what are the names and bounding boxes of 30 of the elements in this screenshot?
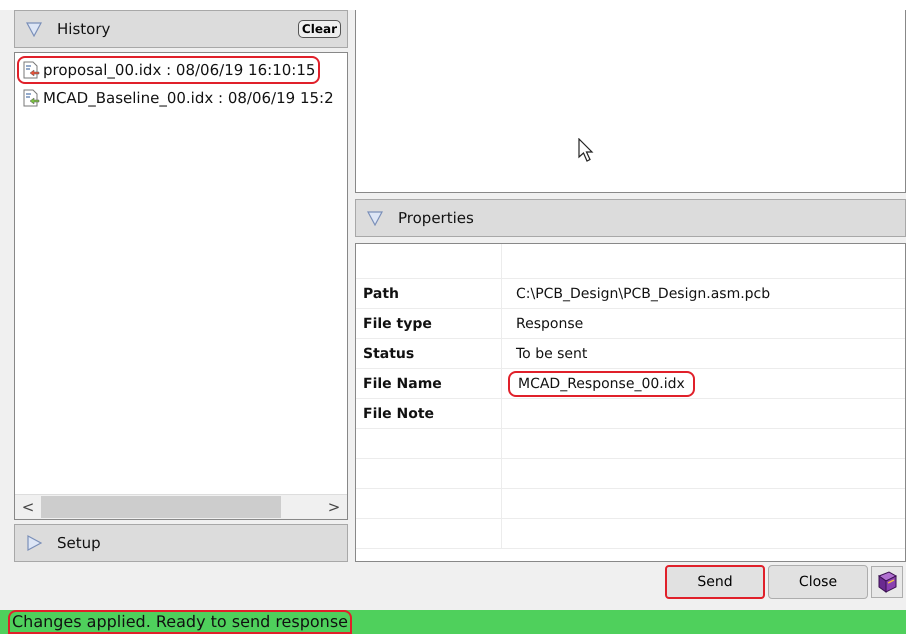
collapse-triangle-icon[interactable] <box>25 21 43 37</box>
history-item[interactable]: MCAD_Baseline_00.idx : 08/06/19 15:2 <box>17 84 339 112</box>
setup-title: Setup <box>57 534 102 552</box>
property-label: Status <box>363 346 414 362</box>
document-icon <box>22 89 40 107</box>
clear-button[interactable]: Clear <box>298 20 341 38</box>
collapse-triangle-icon[interactable] <box>366 210 384 226</box>
send-button[interactable]: Send <box>665 565 765 599</box>
property-value: MCAD_Response_00.idx <box>508 370 695 396</box>
setup-header[interactable]: Setup <box>14 524 348 562</box>
property-label: Path <box>363 286 399 302</box>
document-icon <box>22 61 40 79</box>
scrollbar-thumb[interactable] <box>41 496 281 518</box>
property-label: File Note <box>363 406 434 422</box>
close-button[interactable]: Close <box>768 565 868 599</box>
mouse-cursor-icon <box>578 138 596 164</box>
history-header[interactable]: History Clear <box>14 10 348 48</box>
expand-triangle-icon[interactable] <box>25 535 43 551</box>
scroll-left-arrow[interactable]: < <box>15 498 41 516</box>
property-label: File Name <box>363 376 442 392</box>
property-label: File type <box>363 316 432 332</box>
property-value: C:\PCB_Design\PCB_Design.asm.pcb <box>515 284 772 304</box>
status-message: Changes applied. Ready to send response <box>8 610 352 634</box>
scroll-right-arrow[interactable]: > <box>321 498 347 516</box>
properties-header[interactable]: Properties <box>355 199 906 237</box>
history-item[interactable]: proposal_00.idx : 08/06/19 16:10:15 <box>17 56 320 84</box>
property-value: Response <box>515 314 584 334</box>
properties-title: Properties <box>398 209 475 227</box>
property-value: To be sent <box>515 344 588 364</box>
history-title: History <box>57 20 112 38</box>
